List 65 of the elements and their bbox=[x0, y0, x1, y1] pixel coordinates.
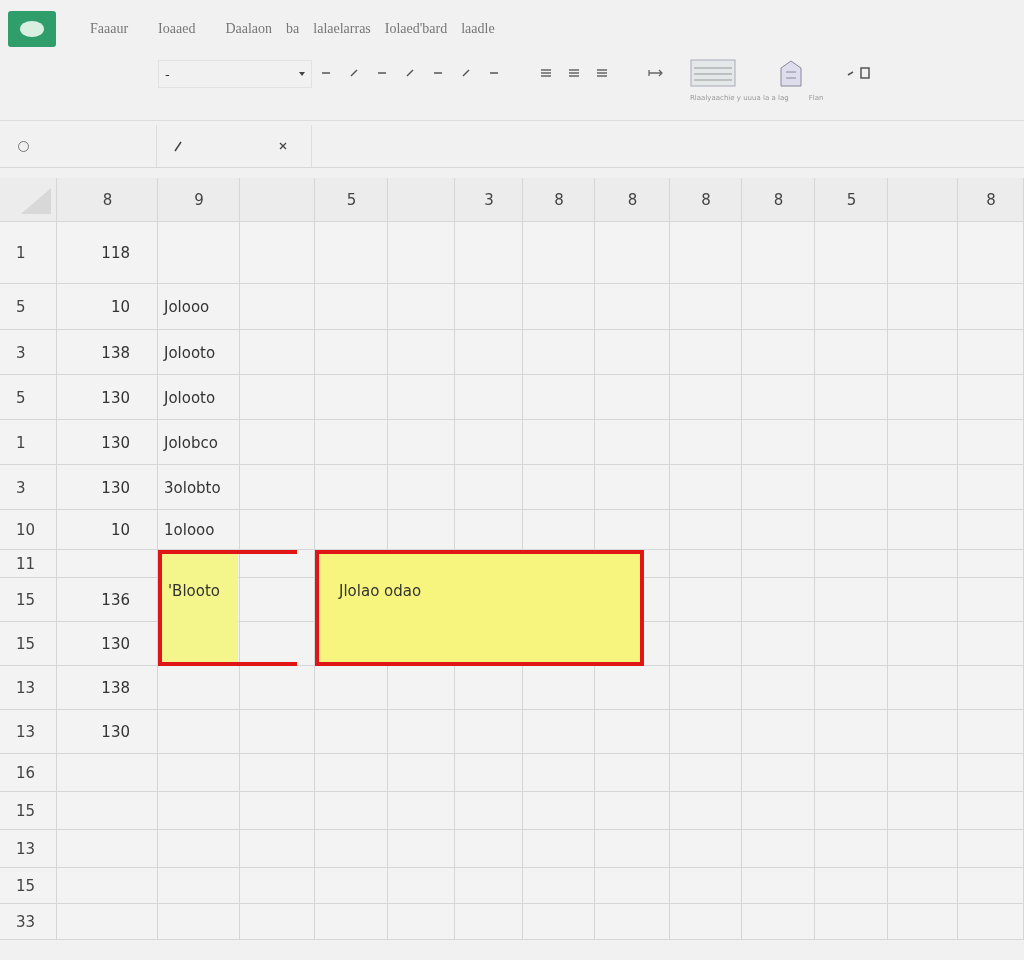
table-cell-text: Jolooto bbox=[162, 387, 217, 409]
column-header[interactable]: 8 bbox=[742, 178, 815, 222]
table-cell-text: 130 bbox=[100, 432, 131, 454]
table-cell-text: 138 bbox=[100, 342, 131, 364]
row-header[interactable]: 15 bbox=[0, 622, 57, 666]
menu-item[interactable]: Daalaon bbox=[225, 21, 273, 37]
menu-item[interactable]: Faaaur bbox=[90, 21, 129, 37]
table-cell-text: 10 bbox=[109, 520, 131, 541]
row-header[interactable]: 15 bbox=[0, 868, 57, 904]
row-header[interactable]: 5 bbox=[0, 284, 57, 330]
table-cell-text: 1olooo bbox=[163, 520, 216, 541]
row-header[interactable]: 1 bbox=[0, 420, 57, 465]
table-cell-text: 130 bbox=[100, 387, 131, 409]
table-cell-text: Jolobco bbox=[162, 432, 219, 454]
highlighted-range: Jlolao odao bbox=[315, 550, 644, 666]
table-cell-text: 130 bbox=[100, 634, 131, 655]
table-cell-text: 138 bbox=[100, 678, 131, 699]
column-header[interactable]: 8 bbox=[57, 178, 158, 222]
pencil-icon[interactable] bbox=[173, 140, 183, 152]
row-header[interactable]: 3 bbox=[0, 330, 57, 375]
row-header[interactable]: 13 bbox=[0, 710, 57, 754]
table-cell-text: 10 bbox=[109, 297, 131, 318]
row-header[interactable]: 33 bbox=[0, 904, 57, 940]
column-header[interactable]: 8 bbox=[523, 178, 595, 222]
table-cell-text: Jolooto bbox=[162, 342, 217, 364]
menu-item[interactable]: Ioaaed bbox=[158, 21, 196, 37]
highlighted-range: 'Blooto bbox=[158, 550, 297, 666]
caret-icon bbox=[299, 72, 305, 76]
row-header[interactable]: 15 bbox=[0, 578, 57, 622]
column-header[interactable]: 9 bbox=[158, 178, 240, 222]
menu-item[interactable]: Iolaed'bard bbox=[384, 21, 448, 37]
align-icon[interactable] bbox=[596, 68, 608, 78]
table-cell-text: 130 bbox=[100, 477, 131, 499]
align-icon[interactable] bbox=[540, 68, 552, 78]
row-header[interactable]: 15 bbox=[0, 792, 57, 830]
row-header[interactable]: 5 bbox=[0, 375, 57, 420]
column-header[interactable]: 3 bbox=[455, 178, 523, 222]
wrap-icon[interactable] bbox=[648, 68, 664, 78]
column-header[interactable]: 5 bbox=[815, 178, 888, 222]
row-header[interactable]: 10 bbox=[0, 510, 57, 550]
toolbar-icon[interactable] bbox=[348, 68, 360, 78]
menu-item[interactable]: laadle bbox=[461, 21, 495, 37]
menu-item[interactable]: ba bbox=[286, 21, 300, 37]
app-logo-icon bbox=[8, 11, 56, 47]
table-cell-text: 130 bbox=[100, 722, 131, 743]
toolbar-icon[interactable] bbox=[404, 68, 416, 78]
menu-item[interactable]: lalaelarras bbox=[313, 21, 371, 37]
table-cell-text: 3olobto bbox=[163, 477, 222, 499]
row-header[interactable]: 16 bbox=[0, 754, 57, 792]
row-header[interactable]: 13 bbox=[0, 830, 57, 868]
column-header[interactable]: 8 bbox=[595, 178, 670, 222]
toolbar-icon[interactable] bbox=[460, 68, 472, 78]
row-header[interactable]: 1 bbox=[0, 222, 57, 284]
row-header[interactable]: 3 bbox=[0, 465, 57, 510]
align-icon[interactable] bbox=[568, 68, 580, 78]
close-icon[interactable] bbox=[279, 142, 287, 150]
table-cell-text: 136 bbox=[100, 590, 131, 611]
table-cell-text: 118 bbox=[100, 243, 131, 264]
column-header[interactable]: 5 bbox=[315, 178, 388, 222]
column-header[interactable]: 8 bbox=[670, 178, 742, 222]
row-header[interactable]: 13 bbox=[0, 666, 57, 710]
table-cell-text: Jolooo bbox=[162, 297, 211, 318]
row-header[interactable]: 11 bbox=[0, 550, 57, 578]
column-header[interactable]: 8 bbox=[958, 178, 1024, 222]
font-dropdown[interactable]: - bbox=[158, 60, 312, 88]
